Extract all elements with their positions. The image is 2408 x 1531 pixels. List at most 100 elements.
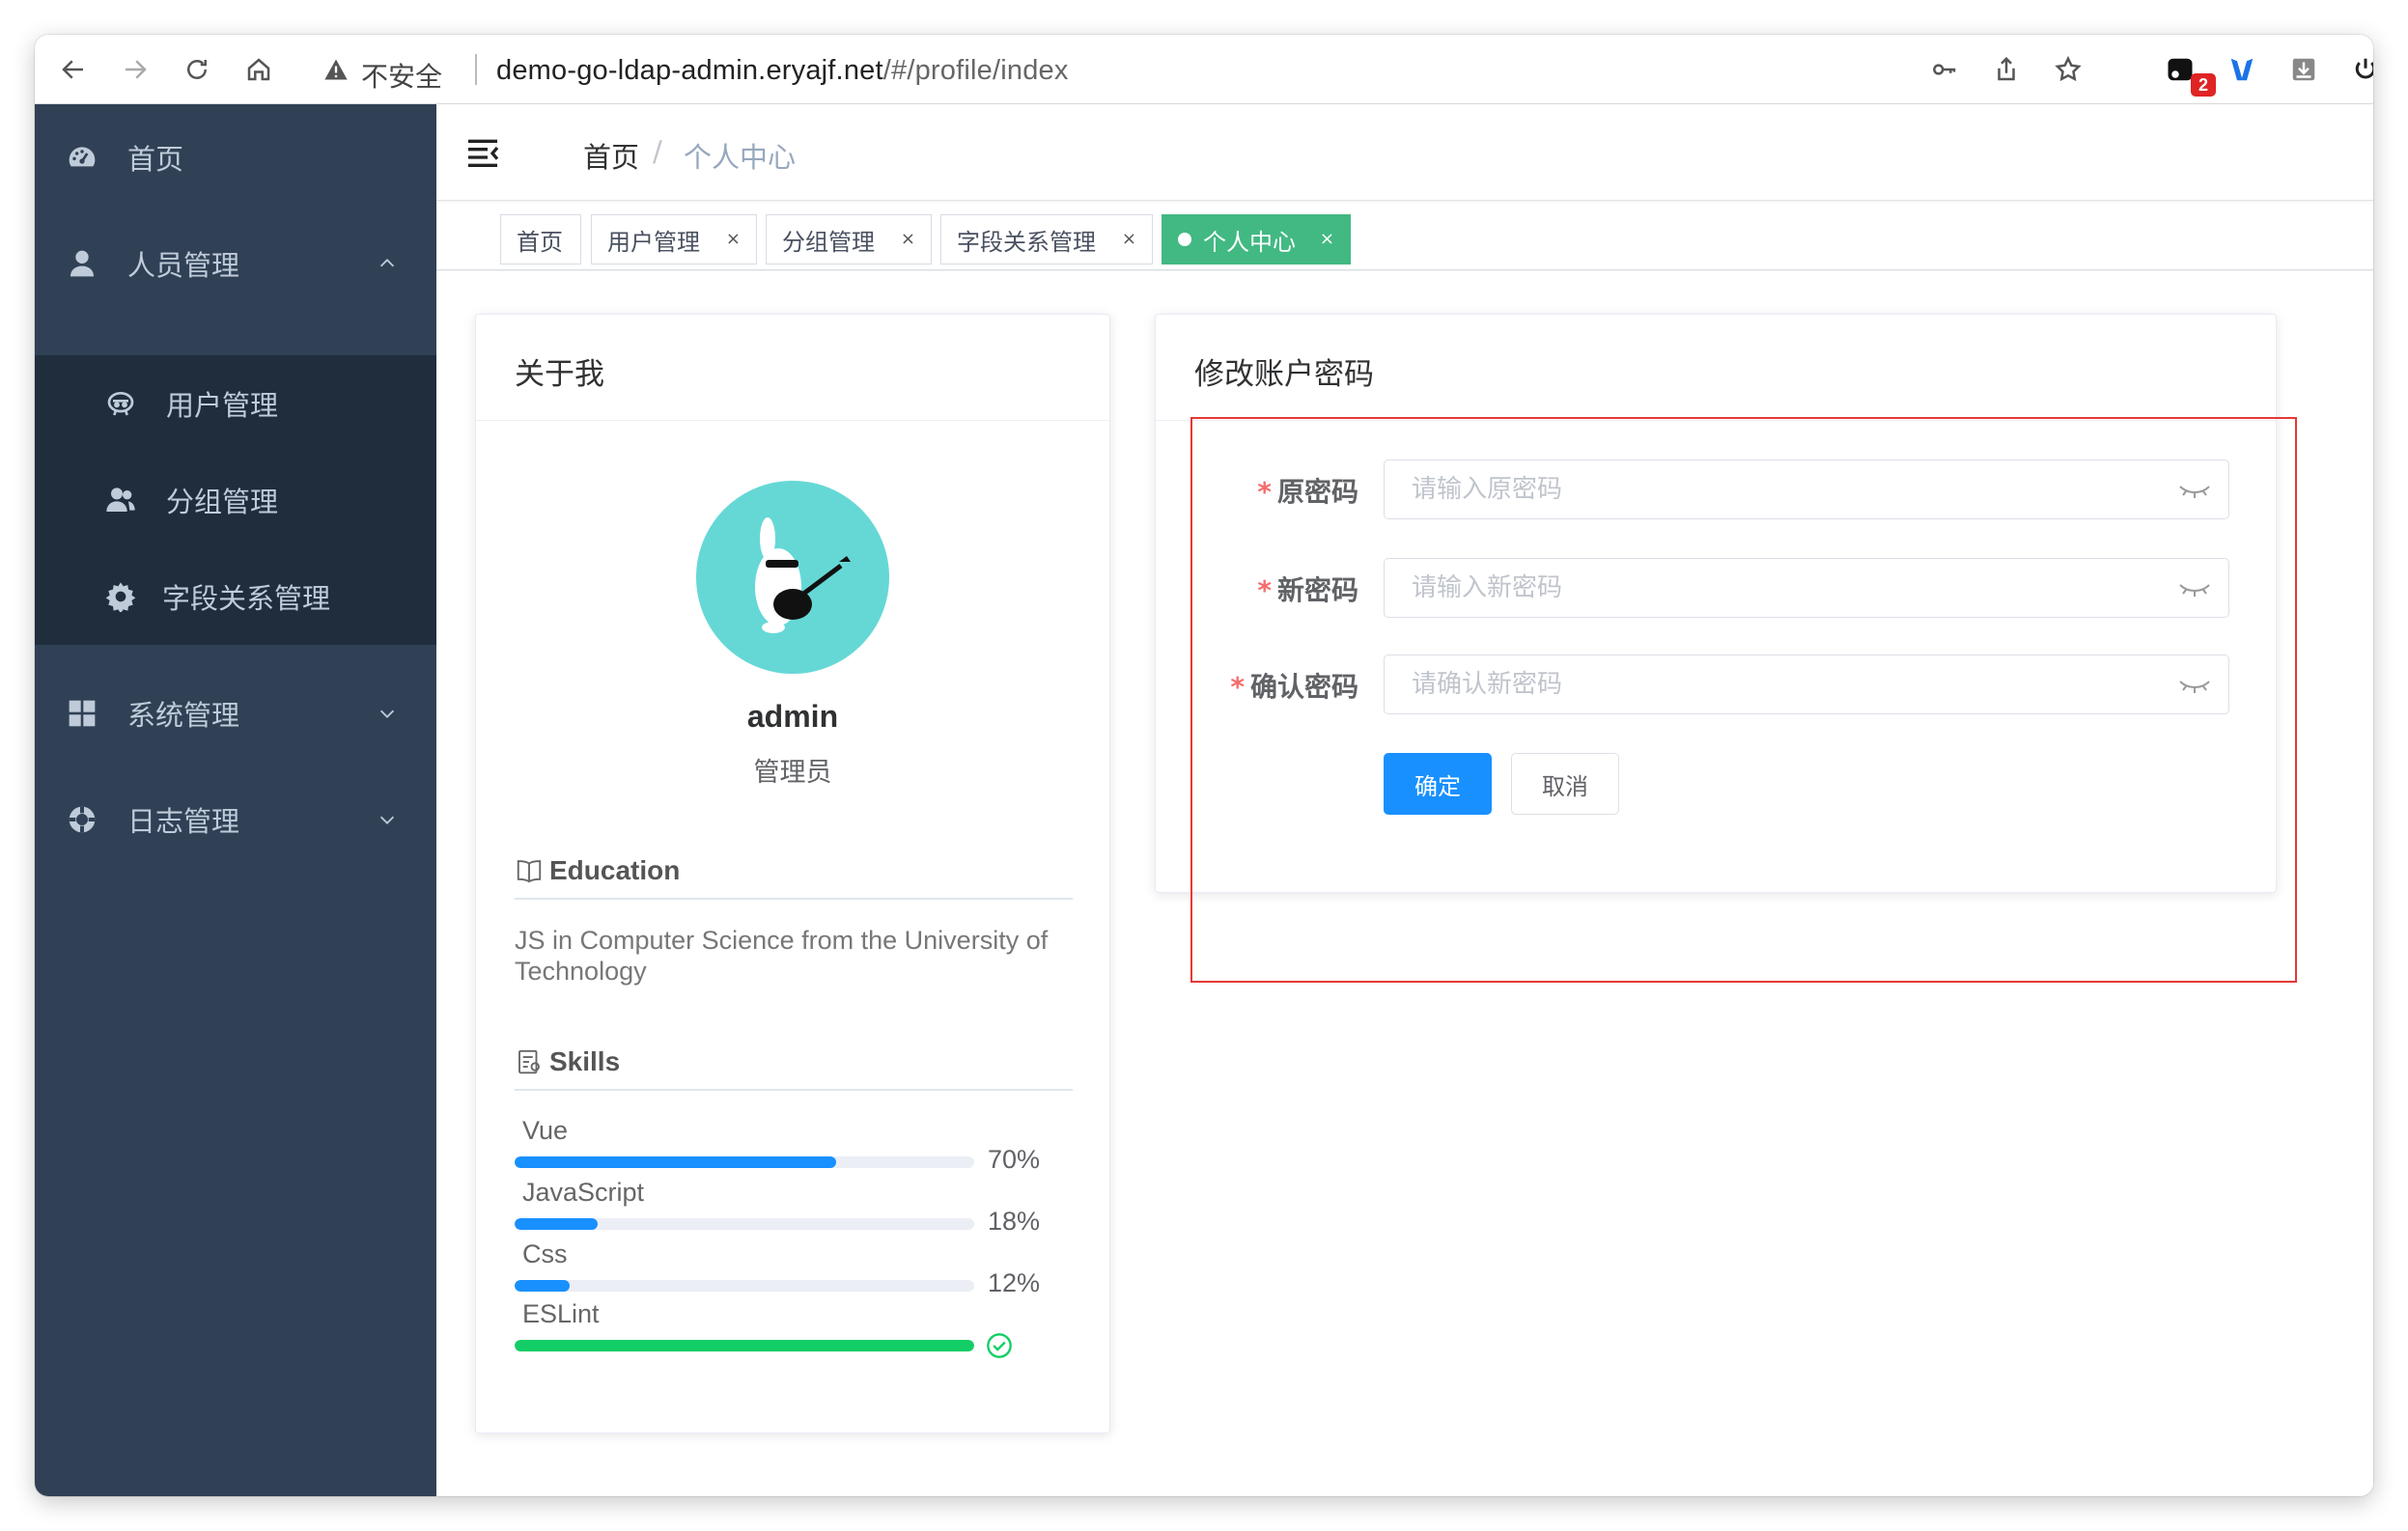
skills-heading-label: Skills xyxy=(549,1046,621,1076)
profile-username: admin xyxy=(746,699,839,734)
close-icon[interactable]: × xyxy=(901,229,915,249)
navbar: 首页 / 个人中心 xyxy=(436,104,2373,201)
education-text: JS in Computer Science from the Universi… xyxy=(515,926,1049,986)
active-dot-icon xyxy=(1178,233,1191,246)
skill-progress-track xyxy=(515,1340,974,1351)
breadcrumb-home[interactable]: 首页 xyxy=(583,135,639,176)
sidebar-item-people[interactable]: 人员管理 xyxy=(35,210,436,317)
sidebar-item-groups[interactable]: 分组管理 xyxy=(35,452,436,548)
sidebar-item-label: 用户管理 xyxy=(166,389,279,422)
tag-label: 分组管理 xyxy=(782,228,875,256)
sidebar-item-field-relations[interactable]: 字段关系管理 xyxy=(35,548,436,645)
main-area: 首页 / 个人中心 首页 用户管理 × 分组管理 × 字段关系管理 × 个人中心 xyxy=(436,104,2373,1496)
password-card-header: 修改账户密码 xyxy=(1156,315,2276,421)
sidebar-item-home[interactable]: 首页 xyxy=(35,104,436,210)
security-label: 不安全 xyxy=(361,61,443,93)
password-title: 修改账户密码 xyxy=(1194,357,1374,392)
about-card-header: 关于我 xyxy=(476,315,1109,421)
peoples-icon xyxy=(104,484,137,516)
skill-progress-fill xyxy=(515,1280,571,1292)
tag-label: 个人中心 xyxy=(1203,228,1296,256)
skill-name: ESLint xyxy=(522,1299,600,1328)
sidebar-item-users[interactable]: 用户管理 xyxy=(35,355,436,452)
sidebar-item-system[interactable]: 系统管理 xyxy=(35,660,436,766)
bookmark-star-icon[interactable] xyxy=(2049,50,2087,89)
about-card: 关于我 admin 管理员 Education JS in Computer S… xyxy=(475,314,1110,1434)
robot-icon xyxy=(104,387,137,420)
skill-name: JavaScript xyxy=(522,1178,645,1207)
grid-icon xyxy=(66,697,98,730)
skills-heading: Skills xyxy=(515,1046,620,1077)
key-icon[interactable] xyxy=(1925,50,1964,89)
sidebar: 首页 人员管理 用户管理 分组管理 字段关系管理 系统管理 日志管理 xyxy=(35,104,436,1496)
power-icon[interactable] xyxy=(2346,50,2373,89)
download-icon[interactable] xyxy=(2284,50,2323,89)
close-icon[interactable]: × xyxy=(726,229,741,249)
skill-name: Vue xyxy=(522,1116,569,1145)
skill-progress-track xyxy=(515,1218,974,1230)
lifebuoy-icon xyxy=(66,803,98,836)
url-host: demo-go-ldap-admin.eryajf.net xyxy=(496,55,883,86)
education-divider xyxy=(515,898,1073,900)
sidebar-item-label: 分组管理 xyxy=(166,486,279,518)
home-icon[interactable] xyxy=(239,50,278,89)
sidebar-item-label: 字段关系管理 xyxy=(162,582,331,615)
tag-label: 首页 xyxy=(517,228,563,256)
education-heading-label: Education xyxy=(549,855,681,885)
breadcrumb-current: 个人中心 xyxy=(684,141,797,174)
chevron-down-icon xyxy=(379,816,395,824)
tags-view: 首页 用户管理 × 分组管理 × 字段关系管理 × 个人中心 × xyxy=(436,201,2373,270)
hamburger-icon[interactable] xyxy=(463,133,502,172)
highlight-box xyxy=(1190,417,2297,983)
skill-percent: 70% xyxy=(988,1145,1041,1174)
browser-toolbar: 不安全 demo-go-ldap-admin.eryajf.net/#/prof… xyxy=(35,35,2373,104)
fox-extension-icon[interactable] xyxy=(2223,50,2261,89)
address-bar[interactable]: 不安全 demo-go-ldap-admin.eryajf.net/#/prof… xyxy=(307,44,2142,95)
chevron-down-icon xyxy=(379,710,395,718)
skills-icon xyxy=(518,1049,540,1074)
url-text: demo-go-ldap-admin.eryajf.net/#/profile/… xyxy=(496,55,1069,87)
warning-icon xyxy=(324,59,348,80)
close-icon[interactable]: × xyxy=(1320,229,1334,249)
skill-name: Css xyxy=(522,1239,568,1268)
skills-divider xyxy=(515,1089,1073,1091)
sidebar-item-label: 人员管理 xyxy=(127,249,240,282)
url-separator xyxy=(475,54,477,85)
share-icon[interactable] xyxy=(1987,50,2026,89)
skill-progress-fill xyxy=(515,1218,598,1230)
tag-profile[interactable]: 个人中心 × xyxy=(1162,214,1351,264)
sidebar-item-label: 系统管理 xyxy=(127,699,240,732)
profile-role: 管理员 xyxy=(753,758,832,788)
tag-field-relations[interactable]: 字段关系管理 × xyxy=(940,214,1153,264)
content-area: 关于我 admin 管理员 Education JS in Computer S… xyxy=(436,271,2373,1496)
user-icon xyxy=(66,247,98,280)
close-icon[interactable]: × xyxy=(1122,229,1136,249)
skill-progress-fill xyxy=(515,1156,837,1168)
success-check-icon xyxy=(987,1333,1012,1358)
tag-users[interactable]: 用户管理 × xyxy=(591,214,757,264)
sidebar-item-logs[interactable]: 日志管理 xyxy=(35,766,436,873)
reload-icon[interactable] xyxy=(178,50,216,89)
submenu-people: 用户管理 分组管理 字段关系管理 xyxy=(35,355,436,645)
skill-percent: 12% xyxy=(988,1268,1041,1297)
education-heading: Education xyxy=(515,855,680,886)
url-path: /#/profile/index xyxy=(882,55,1069,86)
dashboard-icon xyxy=(66,141,98,174)
book-icon xyxy=(517,860,542,883)
tag-groups[interactable]: 分组管理 × xyxy=(766,214,932,264)
about-title: 关于我 xyxy=(515,357,604,392)
chevron-up-icon xyxy=(379,259,395,267)
breadcrumb-separator: / xyxy=(653,135,662,168)
skill-percent: 18% xyxy=(988,1207,1041,1236)
skill-progress-track xyxy=(515,1280,974,1292)
avatar-icon xyxy=(755,517,851,633)
skill-progress-fill xyxy=(515,1340,974,1351)
back-icon[interactable] xyxy=(54,50,93,89)
extension-badge: 2 xyxy=(2191,73,2216,97)
tag-label: 用户管理 xyxy=(607,228,700,256)
sidebar-item-label: 日志管理 xyxy=(127,805,240,838)
tag-home[interactable]: 首页 xyxy=(500,214,581,264)
browser-window: 不安全 demo-go-ldap-admin.eryajf.net/#/prof… xyxy=(35,35,2373,1496)
forward-icon[interactable] xyxy=(116,50,154,89)
tag-label: 字段关系管理 xyxy=(957,228,1096,256)
